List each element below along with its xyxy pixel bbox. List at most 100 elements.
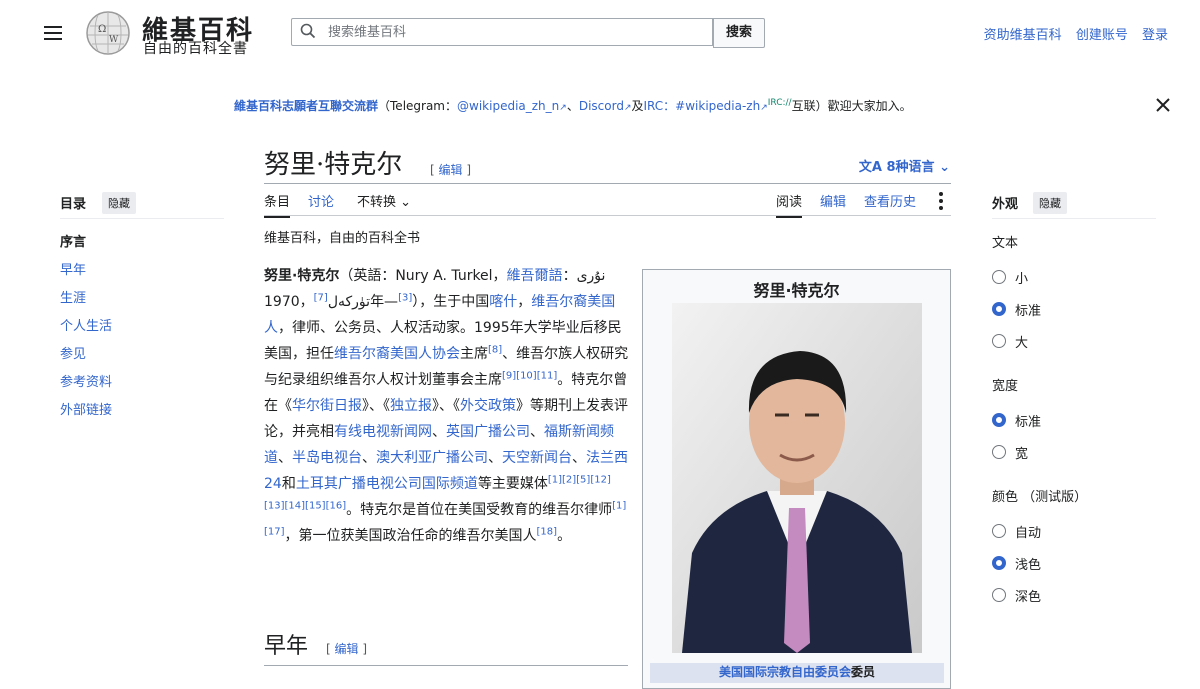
body-text: 。 bbox=[557, 528, 572, 544]
body-link[interactable]: 半岛电视台 bbox=[292, 450, 362, 466]
irc-channel-link[interactable]: #wikipedia-zh bbox=[675, 99, 760, 113]
donate-link[interactable]: 资助维基百科 bbox=[984, 28, 1062, 43]
search-box[interactable] bbox=[291, 18, 713, 46]
toc-item-intro[interactable]: 序言 bbox=[60, 231, 112, 259]
banner-group-link[interactable]: 維基百科志願者互聯交流群 bbox=[234, 99, 378, 113]
tab-edit[interactable]: 编辑 bbox=[820, 191, 846, 210]
edit-link[interactable]: 编辑 bbox=[439, 163, 463, 177]
language-icon: 文A bbox=[858, 160, 882, 175]
toc-item-external-links[interactable]: 外部链接 bbox=[60, 399, 112, 427]
body-text: ），生于中国 bbox=[412, 294, 490, 310]
title-divider bbox=[264, 183, 951, 184]
body-link[interactable]: 维吾尔裔美国人协会 bbox=[334, 346, 460, 362]
section-divider bbox=[264, 665, 628, 666]
body-link[interactable]: 維吾爾語 bbox=[507, 268, 563, 284]
page-title: 努里·特克尔 bbox=[264, 150, 403, 180]
discord-link[interactable]: Discord bbox=[579, 99, 624, 113]
caption-text: 委员 bbox=[851, 665, 876, 679]
create-account-link[interactable]: 创建账号 bbox=[1076, 28, 1128, 43]
radio-text-standard[interactable]: 标准 bbox=[992, 299, 1041, 319]
close-icon[interactable] bbox=[1154, 96, 1172, 114]
radio-color-light[interactable]: 浅色 bbox=[992, 553, 1041, 573]
appearance-hide-button[interactable]: 隐藏 bbox=[1033, 192, 1067, 214]
irc-label[interactable]: IRC： bbox=[644, 99, 676, 113]
citation[interactable]: [18] bbox=[537, 526, 558, 537]
banner-text: 及 bbox=[631, 99, 644, 113]
radio-text-small[interactable]: 小 bbox=[992, 267, 1028, 287]
body-link[interactable]: 有线电视新闻网 bbox=[334, 424, 432, 440]
body-link[interactable]: 独立报 bbox=[390, 398, 432, 414]
toc-title: 目录 bbox=[60, 197, 87, 212]
tab-history[interactable]: 查看历史 bbox=[864, 191, 916, 210]
radio-width-standard[interactable]: 标准 bbox=[992, 410, 1041, 430]
login-link[interactable]: 登录 bbox=[1142, 28, 1168, 43]
body-text: 和 bbox=[281, 476, 296, 492]
width-label: 宽度 bbox=[992, 379, 1019, 394]
site-subtitle: 维基百科，自由的百科全书 bbox=[264, 231, 421, 246]
radio-icon bbox=[992, 413, 1006, 427]
tab-read[interactable]: 阅读 bbox=[776, 191, 803, 218]
section-edit-link[interactable]: [ 编辑 ] bbox=[326, 640, 367, 657]
toc-item-references[interactable]: 参考资料 bbox=[60, 371, 112, 399]
site-notice: 維基百科志願者互聯交流群（Telegram：@wikipedia_zh_n↗、D… bbox=[234, 97, 912, 114]
main-menu-button[interactable] bbox=[44, 26, 62, 40]
radio-icon bbox=[992, 445, 1006, 459]
subject-name: 努里·特克尔 bbox=[264, 268, 340, 284]
svg-text:W: W bbox=[109, 35, 119, 45]
radio-label: 深色 bbox=[1015, 589, 1042, 605]
radio-text-large[interactable]: 大 bbox=[992, 331, 1028, 351]
infobox-caption: 美国国际宗教自由委员会委员 bbox=[650, 663, 944, 683]
telegram-link[interactable]: @wikipedia_zh_n bbox=[457, 99, 559, 113]
body-text: 、 bbox=[278, 450, 292, 466]
citation[interactable]: [3] bbox=[398, 292, 412, 303]
radio-color-auto[interactable]: 自动 bbox=[992, 521, 1041, 541]
body-link[interactable]: 华尔街日报 bbox=[292, 398, 362, 414]
search-input[interactable] bbox=[326, 24, 710, 41]
body-text: ，第一位获美国政治任命的维吾尔美国人 bbox=[284, 528, 537, 544]
body-link[interactable]: 外交政策 bbox=[460, 398, 516, 414]
portrait-photo[interactable] bbox=[672, 303, 922, 653]
search-icon bbox=[300, 23, 316, 39]
toc-item-personal-life[interactable]: 个人生活 bbox=[60, 315, 112, 343]
toc-item-early-life[interactable]: 早年 bbox=[60, 259, 112, 287]
external-link-icon: ↗ bbox=[559, 103, 567, 113]
body-text: 。特克尔是首位在美国受教育的维吾尔律师 bbox=[346, 502, 613, 518]
toc-item-career[interactable]: 生涯 bbox=[60, 287, 112, 315]
body-link[interactable]: 天空新闻台 bbox=[502, 450, 572, 466]
wikipedia-globe-logo[interactable]: Ω W bbox=[84, 10, 132, 56]
body-link[interactable]: 澳大利亚广播公司 bbox=[376, 450, 488, 466]
toc-divider bbox=[60, 218, 224, 219]
toc-hide-button[interactable]: 隐藏 bbox=[102, 192, 136, 214]
body-link[interactable]: 土耳其广播电视公司国际频道 bbox=[296, 476, 478, 492]
citation[interactable]: [9][10][11] bbox=[502, 370, 557, 381]
body-link[interactable]: 喀什 bbox=[489, 294, 517, 310]
banner-text: 互联）歡迎大家加入。 bbox=[791, 99, 912, 113]
radio-color-dark[interactable]: 深色 bbox=[992, 585, 1041, 605]
appearance-divider bbox=[992, 218, 1156, 219]
edit-link[interactable]: 编辑 bbox=[335, 642, 359, 656]
radio-label: 小 bbox=[1015, 271, 1029, 287]
language-count: 8种语言 bbox=[886, 160, 935, 175]
body-link[interactable]: 英国广播公司 bbox=[446, 424, 530, 440]
language-button[interactable]: 文A 8种语言 ⌄ bbox=[859, 156, 950, 175]
more-tools-icon[interactable] bbox=[939, 192, 945, 210]
body-text: 、 bbox=[488, 450, 502, 466]
radio-label: 标准 bbox=[1015, 414, 1042, 430]
title-edit-link[interactable]: [ 编辑 ] bbox=[430, 161, 471, 178]
chevron-down-icon: ⌄ bbox=[400, 195, 412, 210]
svg-text:Ω: Ω bbox=[98, 24, 106, 35]
infobox-title: 努里·特克尔 bbox=[753, 281, 840, 300]
body-text: ， bbox=[517, 294, 532, 310]
tab-article[interactable]: 条目 bbox=[264, 191, 291, 218]
citation[interactable]: [7] bbox=[314, 292, 328, 303]
search-button[interactable]: 搜索 bbox=[713, 18, 765, 48]
body-text: 》、《 bbox=[432, 398, 460, 414]
toc-item-see-also[interactable]: 参见 bbox=[60, 343, 112, 371]
tab-talk[interactable]: 讨论 bbox=[308, 191, 334, 210]
site-tagline: 自由的百科全書 bbox=[143, 41, 248, 57]
variant-dropdown[interactable]: 不转换 ⌄ bbox=[357, 191, 411, 210]
caption-link[interactable]: 美国国际宗教自由委员会 bbox=[719, 665, 851, 679]
radio-width-wide[interactable]: 宽 bbox=[992, 442, 1028, 462]
color-label: 颜色 （测试版） bbox=[992, 490, 1088, 505]
citation[interactable]: [8] bbox=[488, 344, 502, 355]
